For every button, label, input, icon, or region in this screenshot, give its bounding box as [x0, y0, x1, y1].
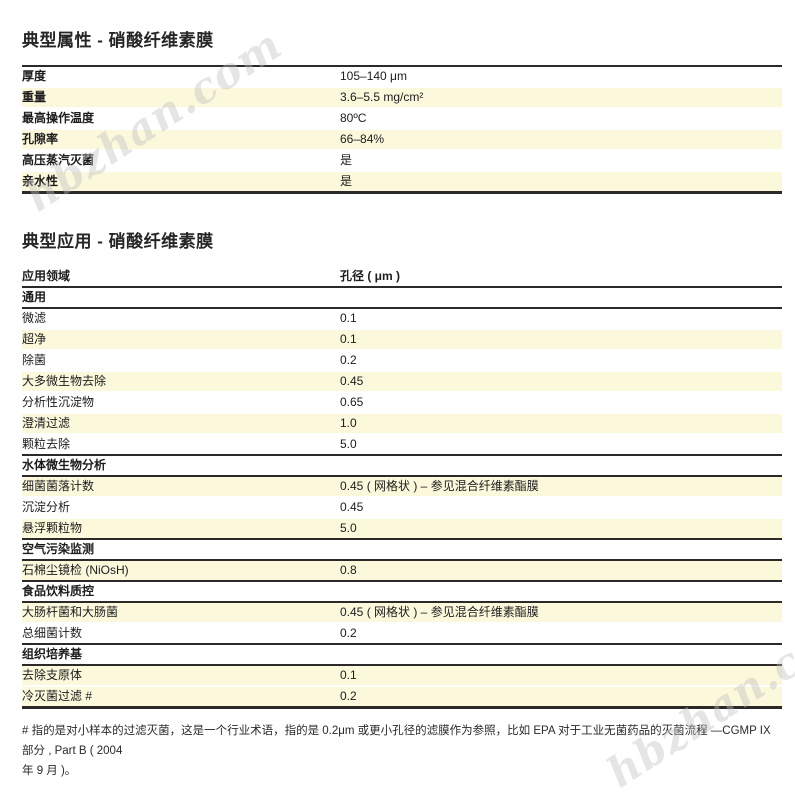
table-row: 亲水性是 [22, 171, 782, 193]
table-row: 颗粒去除5.0 [22, 434, 782, 455]
row-label: 沉淀分析 [22, 497, 340, 518]
row-label: 石棉尘镜检 (NiOsH) [22, 560, 340, 581]
section-header-row: 组织培养基 [22, 644, 782, 665]
row-label: 最高操作温度 [22, 108, 340, 129]
row-label: 大多微生物去除 [22, 371, 340, 392]
properties-title: 典型属性 - 硝酸纤维素膜 [22, 26, 782, 51]
table-row: 除菌0.2 [22, 350, 782, 371]
table-row: 微滤0.1 [22, 308, 782, 329]
row-label: 重量 [22, 87, 340, 108]
section-header-row: 空气污染监测 [22, 539, 782, 560]
row-label: 亲水性 [22, 171, 340, 193]
pore-size-header: 孔径 ( μm ) [340, 266, 782, 287]
row-label: 大肠杆菌和大肠菌 [22, 602, 340, 623]
row-label: 去除支原体 [22, 665, 340, 686]
row-label: 孔隙率 [22, 129, 340, 150]
row-label: 总细菌计数 [22, 623, 340, 644]
section-header-row: 水体微生物分析 [22, 455, 782, 476]
row-label: 颗粒去除 [22, 434, 340, 455]
table-row: 去除支原体0.1 [22, 665, 782, 686]
row-value: 0.45 ( 网格状 ) – 参见混合纤维素酯膜 [340, 602, 782, 623]
section-header-label: 食品饮料质控 [22, 581, 782, 602]
table-row: 大肠杆菌和大肠菌0.45 ( 网格状 ) – 参见混合纤维素酯膜 [22, 602, 782, 623]
row-value: 0.2 [340, 623, 782, 644]
row-value: 0.8 [340, 560, 782, 581]
table-row: 石棉尘镜检 (NiOsH)0.8 [22, 560, 782, 581]
row-value: 0.1 [340, 308, 782, 329]
row-value: 0.45 [340, 371, 782, 392]
section-header-label: 水体微生物分析 [22, 455, 782, 476]
table-row: 冷灭菌过滤 #0.2 [22, 686, 782, 708]
table-row: 总细菌计数0.2 [22, 623, 782, 644]
row-label: 微滤 [22, 308, 340, 329]
row-value: 0.45 [340, 497, 782, 518]
applications-title: 典型应用 - 硝酸纤维素膜 [22, 227, 782, 252]
row-label: 悬浮颗粒物 [22, 518, 340, 539]
section-header-row: 通用 [22, 287, 782, 308]
row-label: 超净 [22, 329, 340, 350]
table-row: 孔隙率66–84% [22, 129, 782, 150]
table-row: 细菌菌落计数0.45 ( 网格状 ) – 参见混合纤维素酯膜 [22, 476, 782, 497]
row-value: 0.45 ( 网格状 ) – 参见混合纤维素酯膜 [340, 476, 782, 497]
row-value: 105–140 μm [340, 66, 782, 87]
row-value: 0.65 [340, 392, 782, 413]
section-header-label: 组织培养基 [22, 644, 782, 665]
table-row: 重量3.6–5.5 mg/cm² [22, 87, 782, 108]
row-label: 澄清过滤 [22, 413, 340, 434]
table-row: 高压蒸汽灭菌是 [22, 150, 782, 171]
table-row: 大多微生物去除0.45 [22, 371, 782, 392]
footnote-line-2: 年 9 月 )。 [22, 765, 76, 777]
row-label: 高压蒸汽灭菌 [22, 150, 340, 171]
footnote-line-1: # 指的是对小样本的过滤灭菌，这是一个行业术语，指的是 0.2μm 或更小孔径的… [22, 725, 771, 757]
table-row: 沉淀分析0.45 [22, 497, 782, 518]
table-row: 澄清过滤1.0 [22, 413, 782, 434]
row-value: 80ºC [340, 108, 782, 129]
row-value: 66–84% [340, 129, 782, 150]
row-value: 0.1 [340, 665, 782, 686]
row-value: 是 [340, 150, 782, 171]
properties-table: 厚度105–140 μm重量3.6–5.5 mg/cm²最高操作温度80ºC孔隙… [22, 65, 782, 194]
applications-table: 应用领域 孔径 ( μm ) 通用微滤0.1超净0.1除菌0.2大多微生物去除0… [22, 266, 782, 709]
row-label: 分析性沉淀物 [22, 392, 340, 413]
row-value: 0.2 [340, 686, 782, 708]
table-row: 超净0.1 [22, 329, 782, 350]
footnote: # 指的是对小样本的过滤灭菌，这是一个行业术语，指的是 0.2μm 或更小孔径的… [22, 721, 782, 781]
row-value: 1.0 [340, 413, 782, 434]
application-field-header: 应用领域 [22, 266, 340, 287]
table-row: 分析性沉淀物0.65 [22, 392, 782, 413]
row-value: 0.1 [340, 329, 782, 350]
row-value: 是 [340, 171, 782, 193]
row-value: 0.2 [340, 350, 782, 371]
section-header-label: 空气污染监测 [22, 539, 782, 560]
row-value: 5.0 [340, 434, 782, 455]
row-value: 5.0 [340, 518, 782, 539]
row-label: 冷灭菌过滤 # [22, 686, 340, 708]
table-row: 最高操作温度80ºC [22, 108, 782, 129]
row-label: 细菌菌落计数 [22, 476, 340, 497]
row-label: 厚度 [22, 66, 340, 87]
row-label: 除菌 [22, 350, 340, 371]
section-header-row: 食品饮料质控 [22, 581, 782, 602]
section-header-label: 通用 [22, 287, 782, 308]
document-page: 典型属性 - 硝酸纤维素膜 厚度105–140 μm重量3.6–5.5 mg/c… [0, 0, 795, 781]
applications-header-row: 应用领域 孔径 ( μm ) [22, 266, 782, 287]
row-value: 3.6–5.5 mg/cm² [340, 87, 782, 108]
table-row: 悬浮颗粒物5.0 [22, 518, 782, 539]
table-row: 厚度105–140 μm [22, 66, 782, 87]
